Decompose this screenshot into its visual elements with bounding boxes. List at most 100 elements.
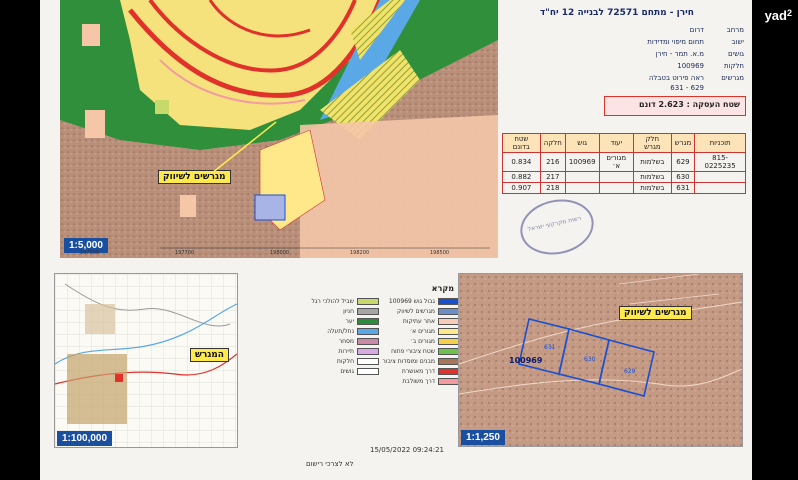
table-row: 0.834 216 100969 מגורים א׳ בשלמות 629 81… — [502, 152, 746, 172]
legend-item: אתר עתיקות — [403, 318, 460, 325]
main-map-coord-1: 197500 — [80, 250, 100, 256]
legend-panel: מקרא גבול גוש 100969 מגרשים לשיווק אתר עתי… — [298, 284, 460, 434]
legend-swatch — [438, 318, 460, 325]
table-row: 0.882 217 בשלמות 630 — [502, 171, 746, 183]
zoom-map: מגרשים לשיווק 100969 631 630 629 1:1,250 — [458, 273, 743, 447]
callout-leader — [211, 121, 277, 174]
footer-note: לא לצרכי רישום — [306, 460, 354, 468]
legend-swatch — [438, 358, 460, 365]
legend-label: דרך משולבת — [402, 378, 435, 385]
legend-swatch — [438, 368, 460, 375]
legend-swatch — [438, 378, 460, 385]
legend-swatch — [357, 338, 379, 345]
legend-title: מקרא — [431, 284, 454, 293]
row-label-2: גושים — [728, 50, 744, 58]
legend-swatch — [438, 308, 460, 315]
legend-label: נחל/תעלה — [327, 328, 354, 335]
footer-stamp: 15/05/2022 09:24:21 — [370, 446, 445, 454]
legend-item: דרך מאושרת — [402, 368, 460, 375]
legend-item: שביל להולכי רגל — [312, 298, 379, 305]
document-sheet: מגרשים לשיווק 1:5,000 197500 197700 1980… — [40, 0, 752, 480]
overview-map-scale: 1:100,000 — [57, 431, 113, 446]
cell: בשלמות — [633, 152, 672, 172]
cell: 100969 — [564, 152, 600, 172]
main-map-coord-4: 198200 — [350, 250, 370, 256]
yad2-logo: yad2 — [765, 8, 792, 23]
legend-swatch — [357, 298, 379, 305]
legend-label: חניון — [343, 308, 354, 315]
legend-item: מבנים ומוסדות ציבור — [382, 358, 460, 365]
main-map-coord-3: 198000 — [270, 250, 290, 256]
legend-label: גבול גוש 100969 — [388, 298, 435, 305]
row-label-0: מרחב — [726, 26, 744, 34]
legend-label: שביל להולכי רגל — [311, 298, 354, 305]
cell: מגורים א׳ — [598, 152, 635, 172]
table-row: 0.907 218 בשלמות 631 — [502, 182, 746, 194]
legend-swatch — [357, 328, 379, 335]
row-value-0: דרום — [689, 26, 704, 34]
legend-label: מגורים ב׳ — [410, 338, 435, 345]
legend-item: דרך משולבת — [402, 378, 460, 385]
cell: 631 — [670, 182, 696, 194]
cell — [564, 182, 600, 194]
legend-label: יער — [345, 318, 354, 325]
legend-item: מגורים ב׳ — [410, 338, 460, 345]
info-panel: חירן - מתחם 72571 לבנייה 12 יח"ד מרחב דר… — [502, 0, 752, 195]
cell: 630 — [670, 171, 696, 183]
cell: בשלמות — [633, 171, 672, 183]
th-3: יעוד — [598, 133, 635, 153]
cell: בשלמות — [633, 182, 672, 194]
legend-swatch — [357, 348, 379, 355]
overview-map: המגרש 1:100,000 — [54, 273, 238, 448]
plots-table-wrap: שטח בדונם חלקה גוש יעוד חלק מגרש מגרש תו… — [502, 133, 746, 194]
legend-swatch — [438, 298, 460, 305]
legend-label: גושים — [340, 368, 354, 375]
main-map-coord-2: 197700 — [175, 250, 195, 256]
row-value-5: 629 - 631 — [670, 84, 704, 92]
legend-label: תיירות — [338, 348, 354, 355]
legend-item: יער — [346, 318, 379, 325]
th-5: חלקה — [539, 133, 566, 153]
legend-swatch — [357, 318, 379, 325]
cell — [694, 182, 746, 194]
th-2: חלק מגרש — [633, 133, 672, 153]
plots-table-header: שטח בדונם חלקה גוש יעוד חלק מגרש מגרש תו… — [502, 133, 746, 153]
legend-label: דרך מאושרת — [401, 368, 435, 375]
cell — [694, 171, 746, 183]
th-4: גוש — [564, 133, 600, 153]
legend-label: מגרשים לשיווק — [397, 308, 435, 315]
cell: 0.907 — [502, 182, 541, 194]
zoom-map-block: 100969 — [509, 356, 543, 365]
th-1: מגרש — [670, 133, 696, 153]
zoom-map-scale: 1:1,250 — [461, 430, 505, 445]
legend-swatch — [357, 308, 379, 315]
legend-item: שטח ציבורי פתוח — [391, 348, 460, 355]
legend-label: מגורים א׳ — [409, 328, 435, 335]
legend-swatch — [357, 358, 379, 365]
legend-item: גבול גוש 100969 — [389, 298, 460, 305]
cell: 0.834 — [502, 152, 541, 172]
row-value-1: תחום מיפוי ומדידות — [647, 38, 704, 46]
row-value-4: ראה פירוט בטבלה — [648, 74, 704, 82]
legend-label: שטח ציבורי פתוח — [391, 348, 435, 355]
legend-swatch — [438, 338, 460, 345]
logo-num: 2 — [786, 8, 792, 18]
zoom-map-graphic — [459, 274, 742, 446]
th-6: שטח בדונם — [502, 133, 541, 153]
legend-label: אתר עתיקות — [402, 318, 435, 325]
logo-mark: yad — [764, 8, 787, 23]
seal-text: רשות מקרקעי ישראל — [527, 214, 582, 234]
row-label-1: ישוב — [731, 38, 744, 46]
plan-title: חירן - מתחם 72571 לבנייה 12 יח"ד — [539, 8, 694, 18]
legend-item: מסחר — [339, 338, 379, 345]
zoom-parcel-629: 629 — [624, 368, 636, 375]
main-map-coord-5: 198500 — [430, 250, 450, 256]
zoom-parcel-631: 631 — [544, 344, 556, 351]
legend-label: מבנים ומוסדות ציבור — [382, 358, 435, 365]
cell: 815-0225235 — [694, 152, 746, 172]
cell — [598, 171, 635, 183]
cell — [598, 182, 635, 194]
row-value-2: מ.א. תמר - חירן — [655, 50, 704, 58]
cell: 0.882 — [502, 171, 541, 183]
legend-item: נחל/תעלה — [327, 328, 379, 335]
